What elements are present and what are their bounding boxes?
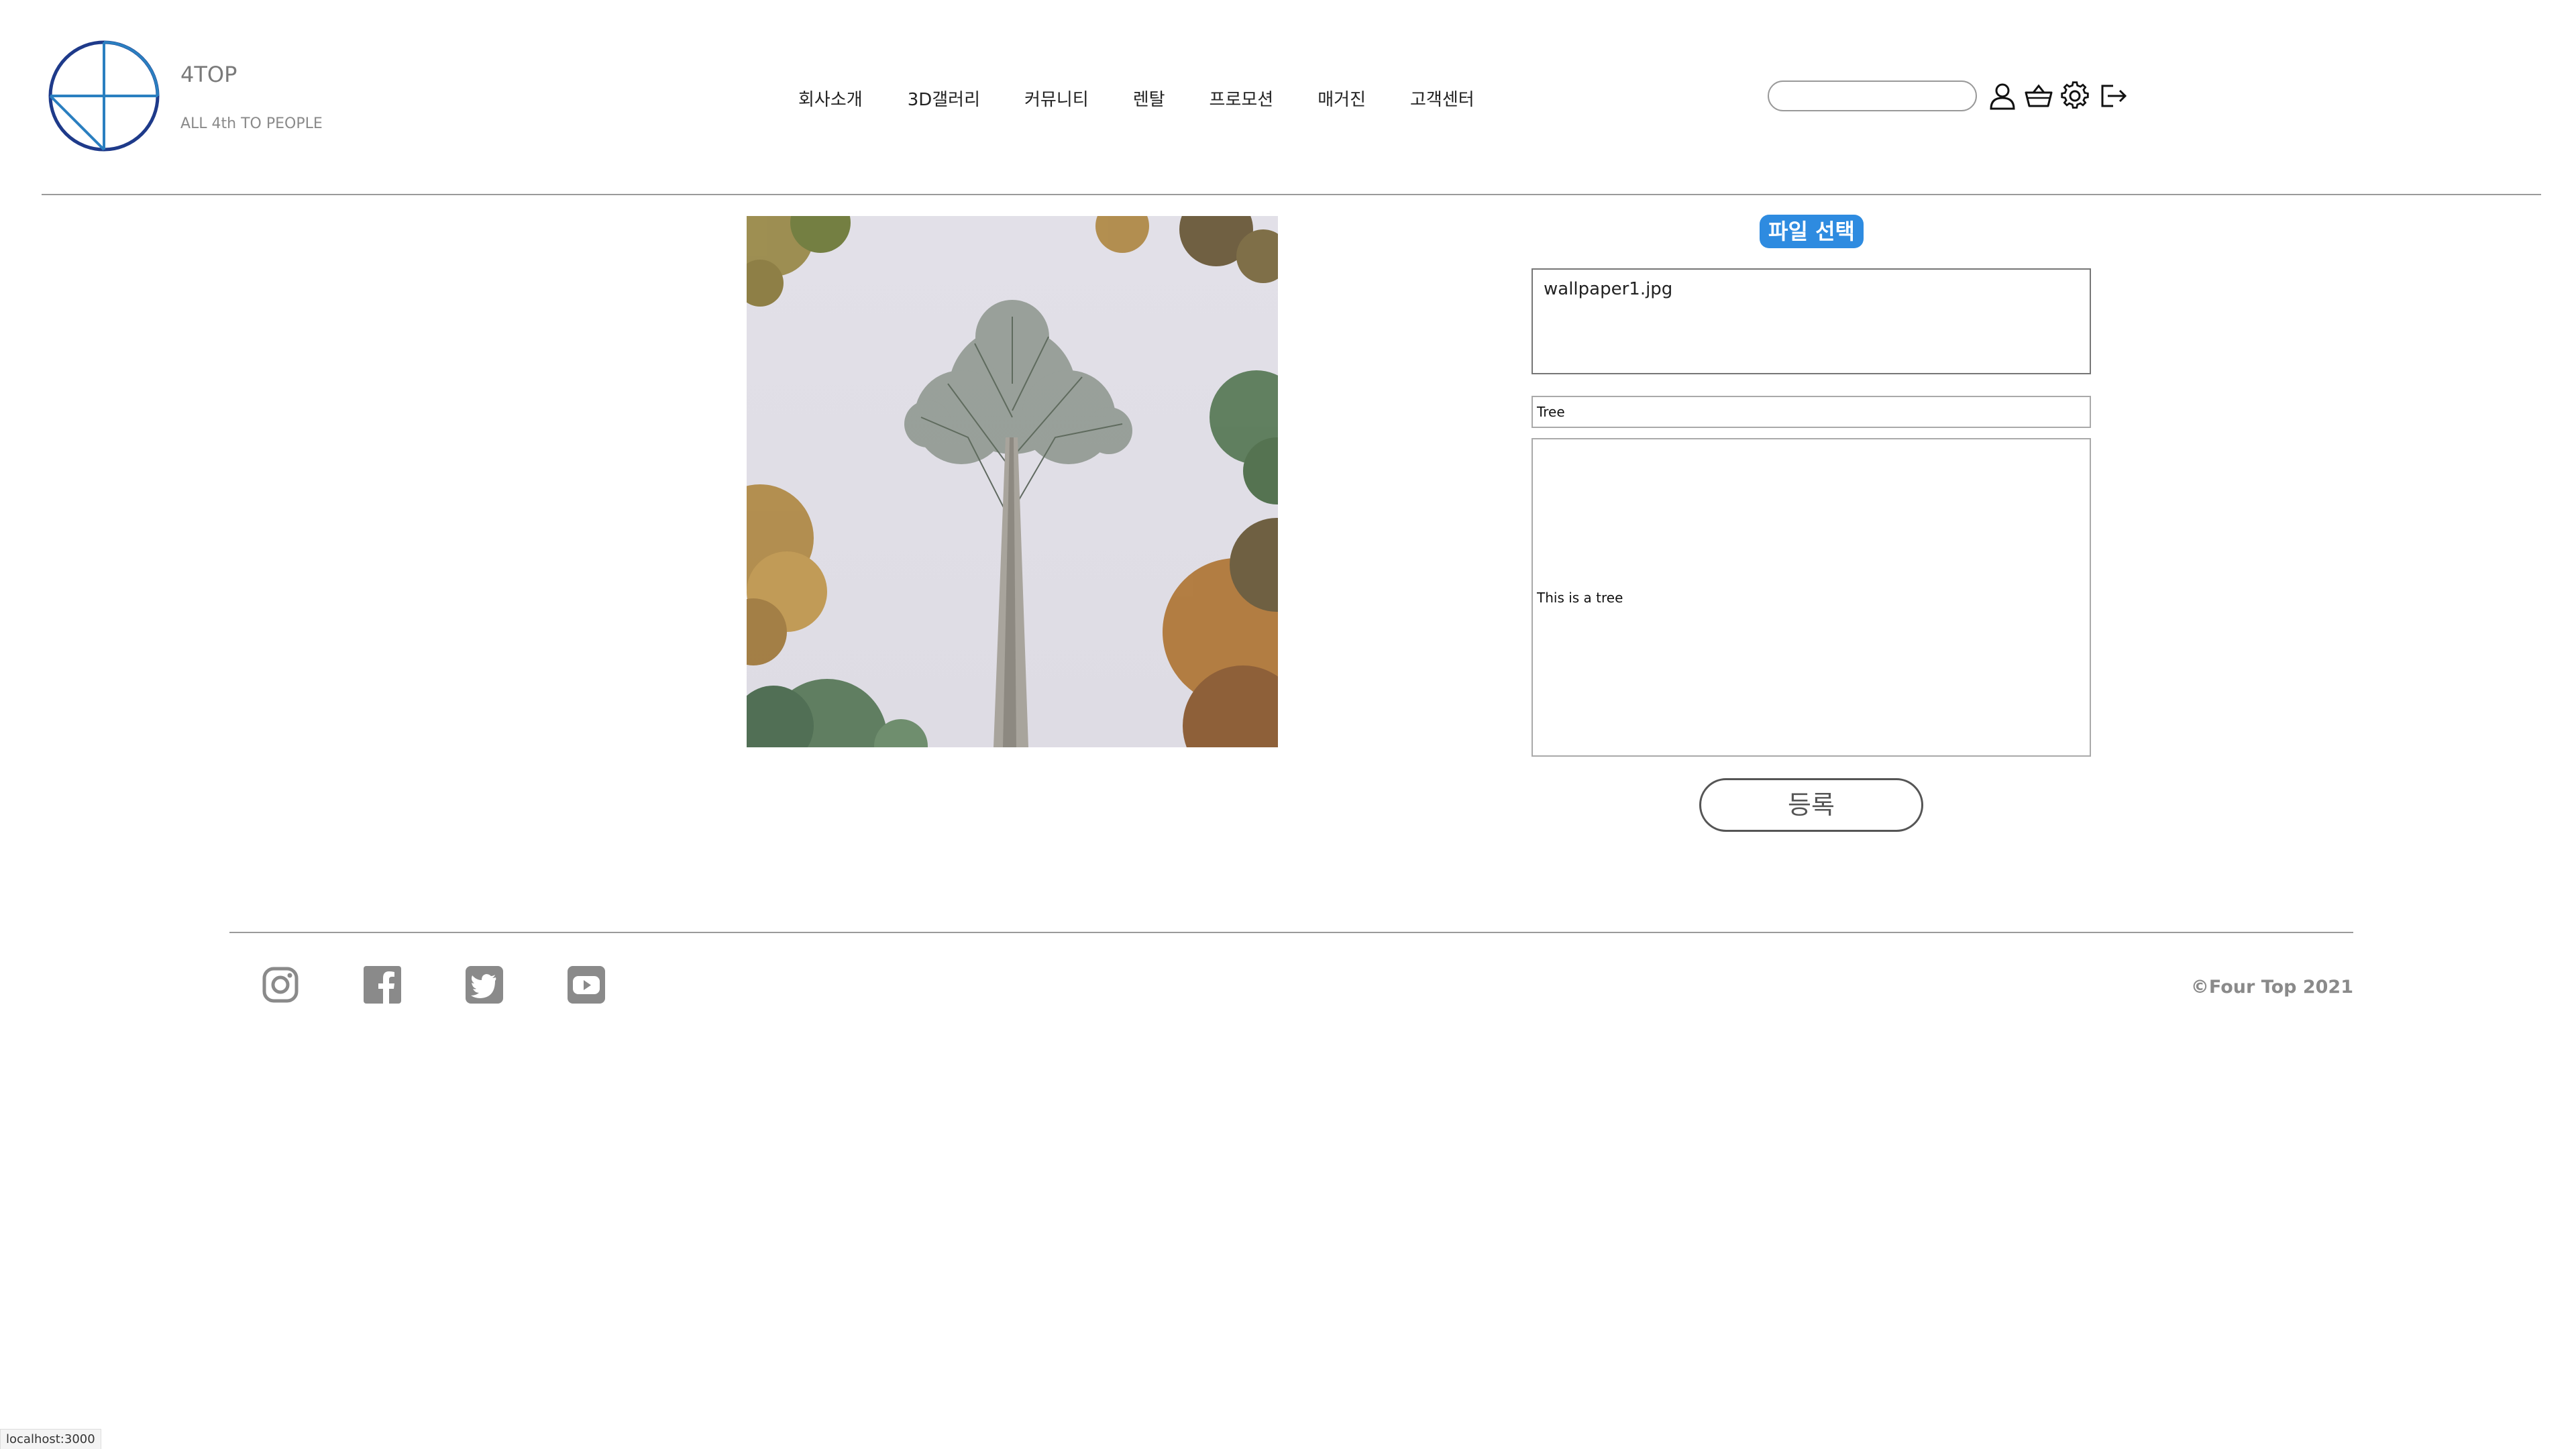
main-nav: 회사소개 3D갤러리 커뮤니티 렌탈 프로모션 매거진 고객센터 xyxy=(798,85,1474,111)
twitter-icon[interactable] xyxy=(464,965,504,1005)
brand-name[interactable]: 4TOP xyxy=(180,62,237,87)
facebook-icon[interactable] xyxy=(362,965,402,1005)
nav-item-company[interactable]: 회사소개 xyxy=(798,86,863,111)
copyright-text: ©Four Top 2021 xyxy=(2190,977,2353,998)
nav-item-customer-center[interactable]: 고객센터 xyxy=(1410,86,1474,111)
logout-icon[interactable] xyxy=(2097,80,2128,111)
file-select-button[interactable]: 파일 선택 xyxy=(1760,215,1864,248)
gear-icon[interactable] xyxy=(2059,80,2090,111)
user-icon[interactable] xyxy=(1987,80,2018,111)
youtube-icon[interactable] xyxy=(566,965,606,1005)
globe-logo-icon[interactable] xyxy=(47,39,161,153)
instagram-icon[interactable] xyxy=(260,965,301,1005)
nav-item-rental[interactable]: 렌탈 xyxy=(1133,86,1165,111)
nav-item-community[interactable]: 커뮤니티 xyxy=(1024,86,1089,111)
title-input[interactable]: Tree xyxy=(1532,396,2091,428)
header-divider xyxy=(42,194,2541,195)
tree-photo xyxy=(747,216,1278,747)
file-name-display: wallpaper1.jpg xyxy=(1532,268,2091,374)
search-input[interactable] xyxy=(1768,80,1977,111)
register-button[interactable]: 등록 xyxy=(1699,778,1923,832)
description-text: This is a tree xyxy=(1537,589,1623,606)
footer-divider xyxy=(229,932,2353,933)
description-textarea[interactable]: This is a tree xyxy=(1532,438,2091,757)
nav-item-promotion[interactable]: 프로모션 xyxy=(1210,86,1274,111)
nav-item-magazine[interactable]: 매거진 xyxy=(1318,86,1366,111)
nav-item-3d-gallery[interactable]: 3D갤러리 xyxy=(908,86,980,111)
page: 4TOP ALL 4th TO PEOPLE 회사소개 3D갤러리 커뮤니티 렌… xyxy=(0,0,2576,1449)
brand-tagline: ALL 4th TO PEOPLE xyxy=(180,115,323,132)
basket-icon[interactable] xyxy=(2023,80,2054,111)
browser-status-url: localhost:3000 xyxy=(0,1429,101,1449)
